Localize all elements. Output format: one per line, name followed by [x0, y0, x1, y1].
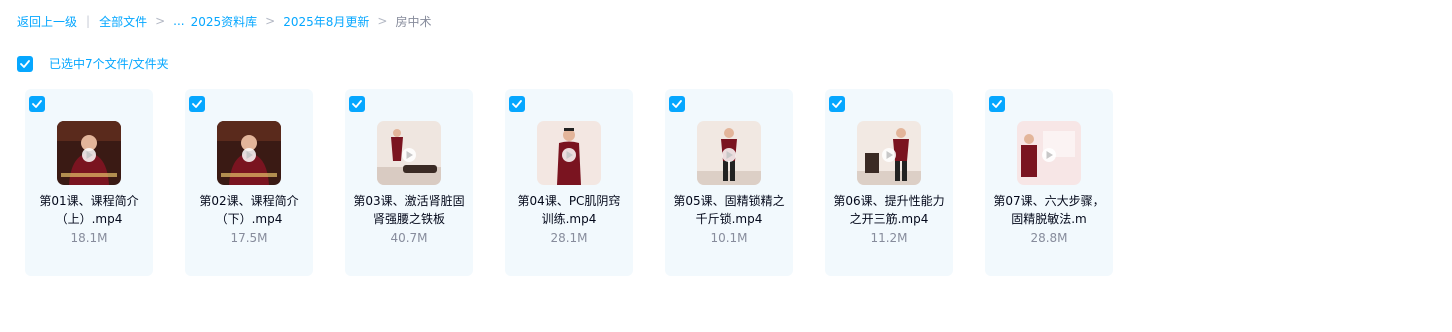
file-size: 10.1M	[710, 231, 748, 245]
file-card[interactable]: 第07课、六大步骤，固精脱敏法.m 28.8M	[985, 89, 1113, 276]
file-size: 17.5M	[230, 231, 268, 245]
file-card[interactable]: 第04课、PC肌阴窍训练.mp4 28.1M	[505, 89, 633, 276]
file-size: 18.1M	[70, 231, 108, 245]
check-icon	[992, 100, 1002, 108]
video-thumbnail-icon	[57, 121, 121, 185]
check-icon	[832, 100, 842, 108]
file-checkbox[interactable]	[509, 96, 525, 112]
breadcrumb-divider: |	[86, 14, 91, 28]
file-checkbox[interactable]	[349, 96, 365, 112]
chevron-right-icon: >	[155, 14, 166, 28]
video-thumbnail-icon	[857, 121, 921, 185]
file-name: 第07课、六大步骤，固精脱敏法.m	[993, 194, 1105, 226]
back-link[interactable]: 返回上一级	[17, 13, 77, 30]
file-size: 28.8M	[1030, 231, 1068, 245]
file-card[interactable]: 第06课、提升性能力之开三筋.mp4 11.2M	[825, 89, 953, 276]
check-icon	[672, 100, 682, 108]
select-all-checkbox[interactable]	[17, 55, 33, 72]
check-icon	[352, 100, 362, 108]
check-icon	[32, 100, 42, 108]
chevron-right-icon: >	[265, 14, 276, 28]
selection-bar: 已选中7个文件/文件夹	[17, 55, 169, 72]
breadcrumb-ellipsis[interactable]: ...	[173, 14, 184, 28]
video-thumbnail-icon	[537, 121, 601, 185]
file-size: 28.1M	[550, 231, 588, 245]
check-icon	[512, 100, 522, 108]
video-thumbnail-icon	[1017, 121, 1081, 185]
file-name: 第05课、固精锁精之千斤锁.mp4	[673, 194, 785, 226]
file-size: 11.2M	[870, 231, 908, 245]
breadcrumb-all-files[interactable]: 全部文件	[99, 13, 147, 30]
check-icon	[192, 100, 202, 108]
file-card[interactable]: 第01课、课程简介（上）.mp4 18.1M	[25, 89, 153, 276]
file-checkbox[interactable]	[829, 96, 845, 112]
check-icon	[20, 59, 30, 68]
file-name: 第02课、课程简介（下）.mp4	[199, 194, 299, 226]
video-thumbnail-icon	[377, 121, 441, 185]
file-checkbox[interactable]	[989, 96, 1005, 112]
file-name: 第01课、课程简介（上）.mp4	[39, 194, 139, 226]
file-size: 40.7M	[390, 231, 428, 245]
breadcrumb-current: 房中术	[395, 14, 432, 29]
file-name: 第06课、提升性能力之开三筋.mp4	[833, 194, 945, 226]
video-thumbnail-icon	[697, 121, 761, 185]
breadcrumb-2025-library[interactable]: 2025资料库	[191, 13, 258, 30]
video-thumbnail-icon	[217, 121, 281, 185]
file-name: 第03课、激活肾脏固肾强腰之铁板	[353, 194, 465, 226]
breadcrumb: 返回上一级 | 全部文件 > ... 2025资料库 > 2025年8月更新 >…	[17, 12, 431, 30]
selection-count-label: 已选中7个文件/文件夹	[49, 57, 169, 71]
file-card[interactable]: 第05课、固精锁精之千斤锁.mp4 10.1M	[665, 89, 793, 276]
file-checkbox[interactable]	[669, 96, 685, 112]
file-name: 第04课、PC肌阴窍训练.mp4	[517, 194, 621, 226]
file-card[interactable]: 第03课、激活肾脏固肾强腰之铁板 40.7M	[345, 89, 473, 276]
file-checkbox[interactable]	[189, 96, 205, 112]
file-card[interactable]: 第02课、课程简介（下）.mp4 17.5M	[185, 89, 313, 276]
breadcrumb-2025-aug-update[interactable]: 2025年8月更新	[283, 13, 369, 30]
chevron-right-icon: >	[377, 14, 388, 28]
file-checkbox[interactable]	[29, 96, 45, 112]
